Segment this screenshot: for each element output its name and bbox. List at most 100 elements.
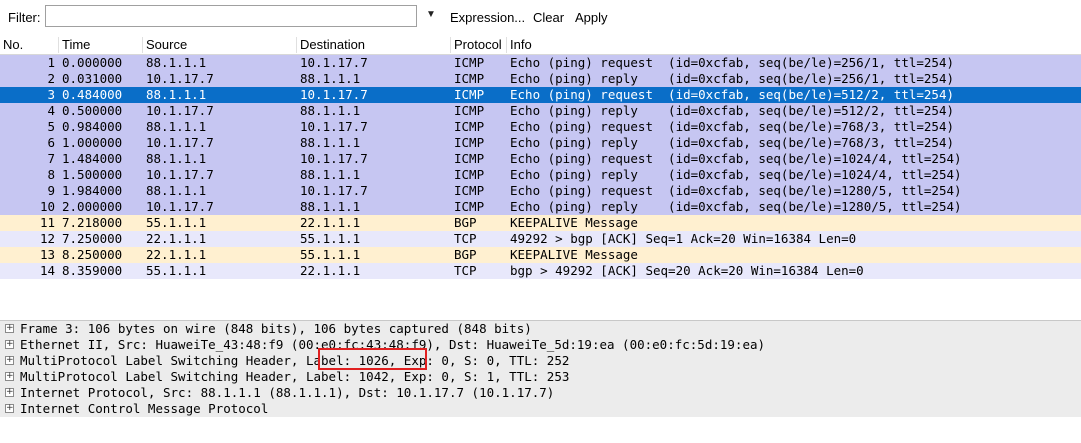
packet-info: KEEPALIVE Message [510,247,638,262]
packet-row[interactable]: 3 0.484000 88.1.1.1 10.1.17.7 ICMP Echo (ping… [0,87,1081,103]
packet-destination: 10.1.17.7 [300,151,368,166]
packet-info: Echo (ping) reply (id=0xcfab, seq(be/le)… [510,71,955,86]
column-header-time[interactable]: Time [58,37,142,53]
expand-plus-icon[interactable]: + [5,404,14,413]
detail-tree-item[interactable]: + Ethernet II, Src: HuaweiTe_43:48:f9 (00… [0,337,1081,353]
column-header-protocol[interactable]: Protocol [450,37,506,53]
packet-row[interactable]: 8 1.500000 10.1.17.7 88.1.1.1 ICMP Echo (ping… [0,167,1081,183]
packet-time: 0.031000 [62,71,123,86]
packet-info: Echo (ping) request (id=0xcfab, seq(be/l… [510,151,962,166]
packet-time: 8.250000 [62,247,123,262]
expand-plus-icon[interactable]: + [5,372,14,381]
packet-info: bgp > 49292 [ACK] Seq=20 Ack=20 Win=1638… [510,263,864,278]
clear-button[interactable]: Clear [533,10,564,25]
packet-row[interactable]: 4 0.500000 10.1.17.7 88.1.1.1 ICMP Echo (ping… [0,103,1081,119]
column-header-no[interactable]: No. [0,37,58,53]
packet-info: Echo (ping) request (id=0xcfab, seq(be/l… [510,87,955,102]
packet-time: 1.000000 [62,135,123,150]
detail-tree-item[interactable]: + MultiProtocol Label Switching Header, L… [0,353,1081,369]
packet-time: 1.500000 [62,167,123,182]
packet-source: 88.1.1.1 [146,119,207,134]
packet-source: 10.1.17.7 [146,167,214,182]
expression-button[interactable]: Expression... [450,10,525,25]
packet-source: 88.1.1.1 [146,87,207,102]
packet-row[interactable]: 13 8.250000 22.1.1.1 55.1.1.1 BGP KEEPALIVE M… [0,247,1081,263]
packet-source: 88.1.1.1 [146,183,207,198]
packet-no: 8 [47,167,55,182]
filter-input[interactable] [45,5,417,27]
packet-row[interactable]: 1 0.000000 88.1.1.1 10.1.17.7 ICMP Echo (ping… [0,55,1081,71]
packet-destination: 10.1.17.7 [300,183,368,198]
packet-row[interactable]: 14 8.359000 55.1.1.1 22.1.1.1 TCP bgp > 49292… [0,263,1081,279]
packet-protocol: ICMP [454,199,485,214]
packet-protocol: ICMP [454,71,485,86]
detail-tree-item[interactable]: + Frame 3: 106 bytes on wire (848 bits), … [0,321,1081,337]
packet-no: 7 [47,151,55,166]
detail-tree-label: Frame 3: 106 bytes on wire (848 bits), 1… [20,321,532,336]
packet-list: 1 0.000000 88.1.1.1 10.1.17.7 ICMP Echo (ping… [0,55,1081,279]
packet-time: 8.359000 [62,263,123,278]
packet-no: 13 [39,247,55,262]
detail-tree-label: Ethernet II, Src: HuaweiTe_43:48:f9 (00:… [20,337,766,352]
packet-time: 0.000000 [62,55,123,70]
packet-row[interactable]: 6 1.000000 10.1.17.7 88.1.1.1 ICMP Echo (ping… [0,135,1081,151]
packet-protocol: ICMP [454,151,485,166]
packet-destination: 55.1.1.1 [300,231,361,246]
packet-info: Echo (ping) reply (id=0xcfab, seq(be/le)… [510,167,962,182]
packet-protocol: ICMP [454,103,485,118]
packet-time: 1.984000 [62,183,123,198]
packet-destination: 88.1.1.1 [300,199,361,214]
packet-row[interactable]: 12 7.250000 22.1.1.1 55.1.1.1 TCP 49292 > bgp… [0,231,1081,247]
detail-tree-label: MultiProtocol Label Switching Header, La… [20,353,570,368]
filter-dropdown-icon[interactable]: ▼ [426,9,436,20]
packet-protocol: BGP [454,215,477,230]
packet-source: 10.1.17.7 [146,103,214,118]
packet-no: 5 [47,119,55,134]
packet-protocol: ICMP [454,183,485,198]
expand-plus-icon[interactable]: + [5,356,14,365]
expand-plus-icon[interactable]: + [5,340,14,349]
packet-protocol: TCP [454,231,477,246]
expand-plus-icon[interactable]: + [5,388,14,397]
column-header-source[interactable]: Source [142,37,296,53]
packet-info: Echo (ping) request (id=0xcfab, seq(be/l… [510,55,955,70]
packet-row[interactable]: 10 2.000000 10.1.17.7 88.1.1.1 ICMP Echo (pin… [0,199,1081,215]
packet-row[interactable]: 11 7.218000 55.1.1.1 22.1.1.1 BGP KEEPALIVE M… [0,215,1081,231]
packet-row[interactable]: 5 0.984000 88.1.1.1 10.1.17.7 ICMP Echo (ping… [0,119,1081,135]
detail-tree-item[interactable]: + Internet Control Message Protocol [0,401,1081,417]
packet-no: 12 [39,231,55,246]
packet-info: Echo (ping) request (id=0xcfab, seq(be/l… [510,183,962,198]
expand-plus-icon[interactable]: + [5,324,14,333]
packet-destination: 22.1.1.1 [300,215,361,230]
detail-tree-item[interactable]: + MultiProtocol Label Switching Header, L… [0,369,1081,385]
packet-source: 10.1.17.7 [146,199,214,214]
packet-destination: 55.1.1.1 [300,247,361,262]
packet-destination: 10.1.17.7 [300,55,368,70]
packet-details-pane: + Frame 3: 106 bytes on wire (848 bits), … [0,320,1081,417]
detail-tree-label: Internet Control Message Protocol [20,401,269,416]
packet-row[interactable]: 7 1.484000 88.1.1.1 10.1.17.7 ICMP Echo (ping… [0,151,1081,167]
filter-label: Filter: [8,10,41,25]
packet-no: 14 [39,263,55,278]
packet-protocol: ICMP [454,135,485,150]
apply-button[interactable]: Apply [575,10,608,25]
packet-no: 3 [47,87,55,102]
detail-tree-item[interactable]: + Internet Protocol, Src: 88.1.1.1 (88.1.… [0,385,1081,401]
column-header-destination[interactable]: Destination [296,37,450,53]
packet-destination: 88.1.1.1 [300,103,361,118]
packet-info: 49292 > bgp [ACK] Seq=1 Ack=20 Win=16384… [510,231,857,246]
packet-destination: 10.1.17.7 [300,119,368,134]
packet-source: 22.1.1.1 [146,247,207,262]
detail-tree-label: MultiProtocol Label Switching Header, La… [20,369,570,384]
packet-no: 9 [47,183,55,198]
column-header-info[interactable]: Info [506,37,1081,53]
packet-destination: 10.1.17.7 [300,87,368,102]
packet-list-header: No. Time Source Destination Protocol Inf… [0,36,1081,55]
packet-protocol: TCP [454,263,477,278]
packet-protocol: ICMP [454,87,485,102]
packet-destination: 88.1.1.1 [300,135,361,150]
packet-row[interactable]: 9 1.984000 88.1.1.1 10.1.17.7 ICMP Echo (ping… [0,183,1081,199]
packet-time: 7.250000 [62,231,123,246]
packet-row[interactable]: 2 0.031000 10.1.17.7 88.1.1.1 ICMP Echo (ping… [0,71,1081,87]
packet-destination: 88.1.1.1 [300,71,361,86]
